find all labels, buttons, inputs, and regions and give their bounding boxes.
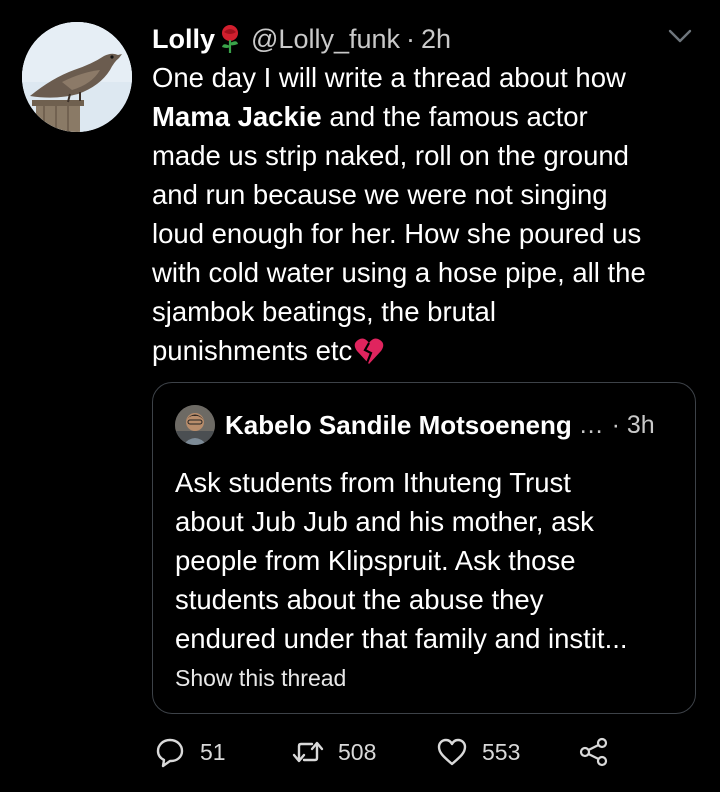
tweet-text-line: with cold water using a hose pipe, all t… xyxy=(152,257,646,288)
tweet-text: One day I will write a thread about how … xyxy=(152,58,700,370)
tweet-header: Lolly @Lolly_funk · 2h xyxy=(152,22,451,56)
chevron-down-icon[interactable] xyxy=(666,24,694,48)
show-thread-link[interactable]: Show this thread xyxy=(175,665,346,692)
tweet-text-line: loud enough for her. How she poured us xyxy=(152,218,642,249)
retweet-button[interactable]: 508 xyxy=(292,732,376,772)
reply-count: 51 xyxy=(200,738,226,765)
heart-icon xyxy=(437,738,467,766)
quoted-author-avatar xyxy=(175,405,215,445)
author-handle[interactable]: @Lolly_funk xyxy=(251,24,400,55)
tweet-actions: 51 508 553 xyxy=(152,732,632,772)
quoted-tweet[interactable]: Kabelo Sandile Motsoeneng ... · 3h Ask s… xyxy=(152,382,696,714)
quoted-text-line: people from Klipspruit. Ask those xyxy=(175,545,576,576)
tweet-text-line: sjambok beatings, the brutal xyxy=(152,296,496,327)
retweet-count: 508 xyxy=(338,738,377,765)
tweet[interactable]: Lolly @Lolly_funk · 2h One day I will wr… xyxy=(0,0,720,792)
quoted-tweet-text: Ask students from Ithuteng Trust about J… xyxy=(175,463,675,658)
tweet-text-fragment: punishments etc xyxy=(152,335,353,366)
quoted-text-line: Ask students from Ithuteng Trust xyxy=(175,467,571,498)
like-count: 553 xyxy=(482,738,521,765)
broken-heart-icon xyxy=(354,338,384,364)
reply-button[interactable]: 51 xyxy=(154,732,226,772)
author-name[interactable]: Lolly xyxy=(152,24,215,55)
truncation-ellipsis: ... xyxy=(579,410,604,439)
tweet-text-line: punishments etc xyxy=(152,331,700,370)
quoted-text-line: endured under that family and instit... xyxy=(175,623,628,654)
like-button[interactable]: 553 xyxy=(436,732,520,772)
quoted-tweet-timestamp: 3h xyxy=(626,410,655,439)
tweet-text-line: made us strip naked, roll on the ground xyxy=(152,140,629,171)
tweet-text-line: One day I will write a thread about how xyxy=(152,62,626,93)
tweet-text-line: and run because we were not singing xyxy=(152,179,608,210)
quoted-text-line: students about the abuse they xyxy=(175,584,544,615)
share-button[interactable] xyxy=(578,732,610,772)
reply-icon xyxy=(156,738,184,768)
bold-mention: Mama Jackie xyxy=(152,101,322,132)
quoted-tweet-header: Kabelo Sandile Motsoeneng ... · 3h xyxy=(175,405,655,445)
tweet-timestamp[interactable]: 2h xyxy=(421,24,451,55)
tweet-text-fragment: and the famous actor xyxy=(329,101,588,132)
separator-dot: · xyxy=(406,23,416,54)
quoted-author-name: Kabelo Sandile Motsoeneng xyxy=(225,409,572,440)
share-icon xyxy=(579,737,608,767)
tweet-text-line: Mama Jackie and the famous actor xyxy=(152,97,700,136)
rose-emoji-icon xyxy=(222,25,239,53)
quoted-text-line: about Jub Jub and his mother, ask xyxy=(175,506,594,537)
separator-dot: · xyxy=(611,410,621,439)
author-avatar[interactable] xyxy=(22,22,132,132)
retweet-icon xyxy=(292,741,324,763)
